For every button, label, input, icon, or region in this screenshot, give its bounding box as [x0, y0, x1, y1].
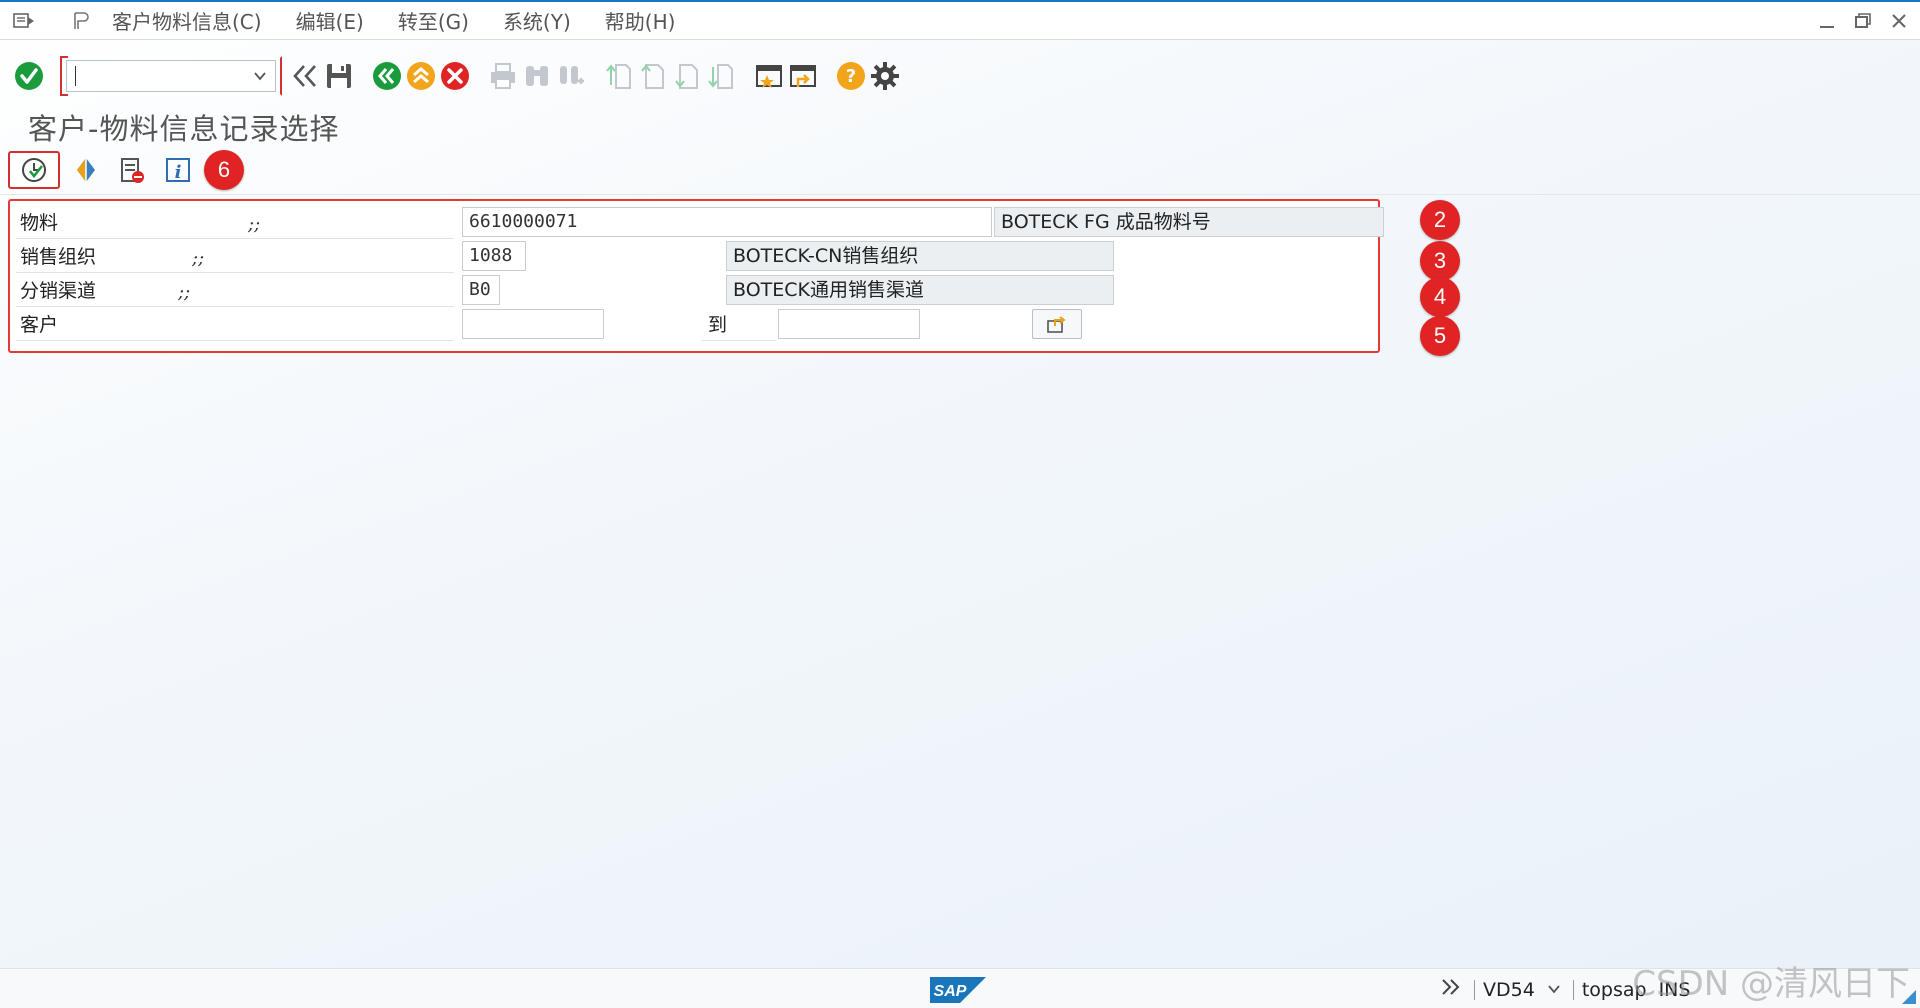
command-field[interactable]: [66, 60, 276, 92]
customer-label: 客户: [16, 309, 454, 341]
annotation-badge-5: 5: [1420, 316, 1460, 356]
menu-system[interactable]: 系统(Y): [503, 6, 571, 35]
transaction-code: VD54: [1483, 978, 1535, 1001]
application-toolbar: i 6: [8, 150, 244, 190]
command-input[interactable]: [67, 62, 247, 90]
customer-to-field[interactable]: [778, 309, 920, 339]
selection-form: 物料 ;; 6610000071 BOTECK FG 成品物料号 销售组织 ;;…: [8, 199, 1384, 353]
enter-icon[interactable]: [12, 59, 46, 93]
command-field-highlight: [60, 56, 282, 96]
print-icon: [486, 59, 520, 93]
expand-status-icon[interactable]: [1440, 977, 1462, 1002]
next-page-icon: [670, 59, 704, 93]
standard-toolbar: ?: [0, 48, 1920, 104]
pin-icon[interactable]: [66, 10, 94, 32]
system-menu-icon[interactable]: [10, 10, 38, 32]
menu-customer-material-info[interactable]: 客户物料信息(C): [112, 6, 262, 35]
material-description: BOTECK FG 成品物料号: [994, 207, 1384, 237]
menu-bar: 客户物料信息(C) 编辑(E) 转至(G) 系统(Y) 帮助(H): [0, 2, 1920, 40]
previous-page-icon: [636, 59, 670, 93]
get-variant-icon[interactable]: [66, 151, 106, 189]
restore-icon[interactable]: [1852, 10, 1874, 32]
sales-org-label: 销售组织: [16, 241, 454, 273]
dist-channel-field[interactable]: B0: [462, 275, 500, 305]
customer-from-field[interactable]: [462, 309, 604, 339]
collapse-icon[interactable]: [288, 59, 322, 93]
annotation-badge-2: 2: [1420, 200, 1460, 240]
cancel-icon[interactable]: [438, 59, 472, 93]
settings-icon[interactable]: [868, 59, 902, 93]
annotation-badge-6: 6: [204, 150, 244, 190]
menu-goto[interactable]: 转至(G): [398, 6, 469, 35]
sales-org-field[interactable]: 1088: [462, 241, 526, 271]
annotation-badge-4: 4: [1420, 277, 1460, 317]
page-title: 客户-物料信息记录选择: [28, 112, 340, 146]
menu-help[interactable]: 帮助(H): [605, 6, 676, 35]
customer-to-label: 到: [702, 309, 776, 341]
material-label: 物料: [16, 207, 454, 239]
sap-logo: SAP: [930, 977, 986, 1007]
find-next-icon: [554, 59, 588, 93]
find-icon: [520, 59, 554, 93]
dist-channel-label: 分销渠道: [16, 275, 454, 307]
watermark: CSDN @清风日下: [1632, 964, 1910, 1004]
text-caret: [75, 66, 76, 86]
shortcut-icon[interactable]: [786, 59, 820, 93]
required-marker: ;;: [192, 248, 205, 269]
dist-channel-row: 分销渠道 ;; B0 BOTECK通用销售渠道: [16, 275, 1374, 307]
resize-grip[interactable]: [1902, 990, 1916, 1004]
sales-org-description: BOTECK-CN销售组织: [726, 241, 1114, 271]
menu-edit[interactable]: 编辑(E): [296, 6, 364, 35]
toolbar-divider: [0, 194, 1920, 195]
multiple-selection-icon: [1047, 316, 1066, 333]
required-marker: ;;: [248, 214, 261, 235]
material-field[interactable]: 6610000071: [462, 207, 992, 237]
material-row: 物料 ;; 6610000071 BOTECK FG 成品物料号: [16, 207, 1384, 239]
help-icon[interactable]: ?: [834, 59, 868, 93]
create-session-icon[interactable]: [752, 59, 786, 93]
multiple-selection-button[interactable]: [1032, 309, 1082, 339]
delete-selection-icon[interactable]: [112, 151, 152, 189]
close-window-icon[interactable]: [1888, 10, 1910, 32]
dist-channel-description: BOTECK通用销售渠道: [726, 275, 1114, 305]
minimize-icon[interactable]: [1816, 10, 1838, 32]
window-controls: [1816, 10, 1910, 32]
required-marker: ;;: [178, 282, 191, 303]
sales-org-row: 销售组织 ;; 1088 BOTECK-CN销售组织: [16, 241, 1374, 273]
save-icon[interactable]: [322, 59, 356, 93]
execute-icon: [22, 158, 46, 182]
chevron-down-icon[interactable]: [253, 68, 267, 87]
first-page-icon: [602, 59, 636, 93]
svg-text:SAP: SAP: [934, 983, 967, 1000]
customer-row: 客户 到: [16, 309, 1374, 341]
svg-text:?: ?: [846, 66, 856, 87]
svg-text:i: i: [175, 162, 182, 183]
last-page-icon: [704, 59, 738, 93]
back-icon[interactable]: [370, 59, 404, 93]
chevron-down-icon[interactable]: [1547, 979, 1561, 1001]
info-icon[interactable]: i: [158, 151, 198, 189]
annotation-badge-3: 3: [1420, 241, 1460, 281]
execute-button[interactable]: [8, 151, 60, 189]
exit-icon[interactable]: [404, 59, 438, 93]
